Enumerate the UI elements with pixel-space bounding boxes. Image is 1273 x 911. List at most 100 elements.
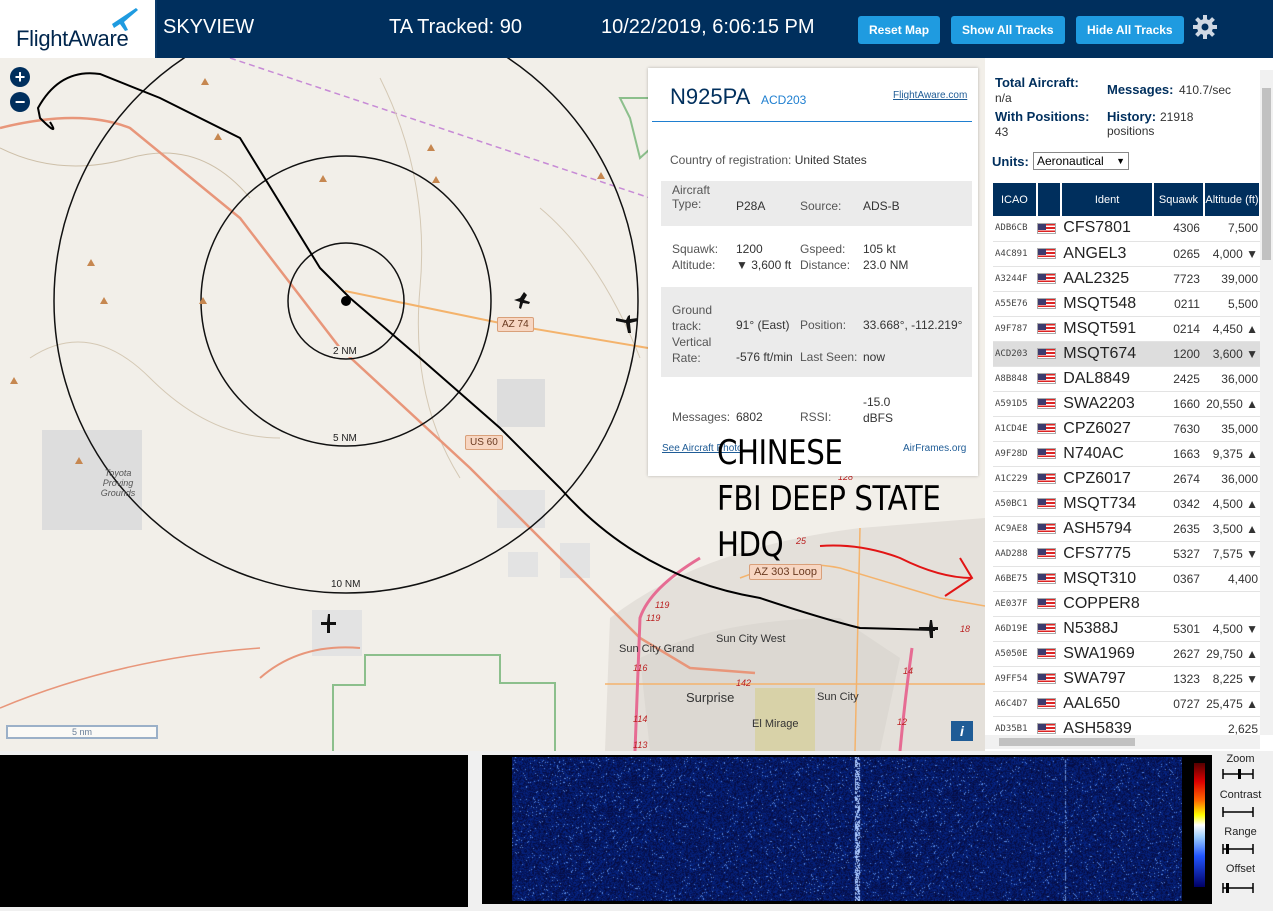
zoom-out-button[interactable]: − [10, 92, 30, 112]
gear-icon[interactable] [1192, 14, 1218, 40]
flag-cell [1036, 366, 1062, 392]
table-row[interactable]: A591D5 SWA2203 1660 20,550 ▲ [993, 391, 1260, 417]
aircraft-sidebar: Total Aircraft: n/a Messages: 410.7/sec … [985, 58, 1273, 751]
waterfall-display[interactable] [512, 757, 1182, 901]
table-row[interactable]: AE037F COPPER8 [993, 591, 1260, 617]
table-row[interactable]: A3244F AAL2325 7723 39,000 [993, 266, 1260, 292]
contrast-control-label: Contrast [1219, 789, 1262, 801]
squawk-cell: 7630 [1152, 416, 1204, 442]
col-flag[interactable] [1036, 183, 1063, 216]
ident-cell: N5388J [1061, 616, 1153, 642]
table-row[interactable]: A55E76 MSQT548 0211 5,500 [993, 291, 1260, 317]
table-row[interactable]: A9FF54 SWA797 1323 8,225 ▼ [993, 666, 1260, 692]
us-flag-icon [1036, 422, 1056, 434]
offset-slider[interactable] [1222, 883, 1254, 893]
messages-label: Messages: [672, 410, 731, 424]
us-flag-icon [1036, 697, 1056, 709]
table-row[interactable]: A1CD4E CPZ6027 7630 35,000 [993, 416, 1260, 442]
popup-registration: N925PA [670, 84, 751, 109]
route-number: 18 [960, 624, 971, 634]
icao-cell: A6D19E [993, 616, 1037, 642]
aircraft-detail-popup: N925PA ACD203 FlightAware.com Country of… [648, 68, 978, 476]
gspeed-value: 105 kt [863, 242, 896, 256]
squawk-value: 1200 [736, 242, 763, 256]
table-row[interactable]: ACD203 MSQT674 1200 3,600 ▼ [993, 341, 1260, 367]
ident-cell: MSQT591 [1061, 316, 1153, 342]
icao-cell: A9F28D [993, 441, 1037, 467]
position-label: Position: [800, 318, 847, 332]
table-row[interactable]: A4C891 ANGEL3 0265 4,000 ▼ [993, 241, 1260, 267]
altitude-cell: 7,575 ▼ [1203, 541, 1260, 567]
table-row[interactable]: A50BC1 MSQT734 0342 4,500 ▲ [993, 491, 1260, 517]
flag-cell [1036, 691, 1062, 717]
col-icao[interactable]: ICAO [993, 183, 1038, 216]
icao-cell: ADB6CB [993, 216, 1037, 242]
place-sun-city-west: Sun City West [716, 633, 786, 645]
squawk-cell: 2627 [1152, 641, 1204, 667]
zoom-in-button[interactable]: + [10, 67, 30, 87]
scale-bar: 5 nm [6, 725, 158, 739]
table-row[interactable]: A6C4D7 AAL650 0727 25,475 ▲ [993, 691, 1260, 717]
route-number: 114 [633, 714, 648, 724]
last-seen-value: now [863, 350, 886, 364]
messages-value: 6802 [736, 410, 763, 424]
table-row[interactable]: A9F28D N740AC 1663 9,375 ▲ [993, 441, 1260, 467]
col-squawk[interactable]: Squawk [1152, 183, 1205, 216]
logo-text: FlightAware [16, 26, 129, 51]
ident-cell: CPZ6027 [1061, 416, 1153, 442]
rssi-value: -15.0 dBFS [863, 395, 894, 425]
squawk-cell: 0265 [1152, 241, 1204, 267]
table-row[interactable]: A9F787 MSQT591 0214 4,450 ▲ [993, 316, 1260, 342]
table-row[interactable]: A6BE75 MSQT310 0367 4,400 [993, 566, 1260, 592]
show-all-tracks-button[interactable]: Show All Tracks [951, 16, 1065, 44]
table-row[interactable]: A1C229 CPZ6017 2674 36,000 [993, 466, 1260, 492]
icao-cell: A1C229 [993, 466, 1037, 492]
flag-cell [1036, 466, 1062, 492]
total-aircraft-value: n/a [995, 91, 1012, 105]
table-row[interactable]: A5050E SWA1969 2627 29,750 ▲ [993, 641, 1260, 667]
squawk-cell: 0214 [1152, 316, 1204, 342]
altitude-cell: 25,475 ▲ [1203, 691, 1260, 717]
us-flag-icon [1036, 497, 1056, 509]
table-horizontal-scrollbar[interactable] [985, 735, 1260, 749]
aircraft-type-label: Aircraft Type: [672, 183, 711, 211]
logo[interactable]: FlightAware [0, 0, 157, 58]
range-label-5nm: 5 NM [333, 433, 357, 444]
table-vertical-scrollbar[interactable] [1260, 70, 1273, 735]
table-row[interactable]: A6D19E N5388J 5301 4,500 ▼ [993, 616, 1260, 642]
place-surprise: Surprise [686, 690, 735, 705]
flag-cell [1036, 491, 1062, 517]
route-number: 14 [903, 666, 914, 676]
hide-all-tracks-button[interactable]: Hide All Tracks [1076, 16, 1184, 44]
table-row[interactable]: AC9AE8 ASH5794 2635 3,500 ▲ [993, 516, 1260, 542]
popup-flightaware-link[interactable]: FlightAware.com [893, 90, 967, 101]
contrast-slider[interactable] [1222, 807, 1254, 817]
rssi-label: RSSI: [800, 410, 832, 424]
range-slider[interactable] [1222, 844, 1254, 854]
vertical-rate-label: Vertical Rate: [672, 335, 712, 365]
table-row[interactable]: AAD288 CFS7775 5327 7,575 ▼ [993, 541, 1260, 567]
col-altitude[interactable]: Altitude (ft) [1203, 183, 1262, 216]
reset-map-button[interactable]: Reset Map [858, 16, 941, 44]
altitude-cell: 5,500 [1203, 291, 1260, 317]
icao-cell: A50BC1 [993, 491, 1037, 517]
altitude-cell: 9,375 ▲ [1203, 441, 1260, 467]
squawk-cell: 7723 [1152, 266, 1204, 292]
us-flag-icon [1036, 647, 1056, 659]
units-select[interactable]: Aeronautical [1033, 152, 1129, 170]
zoom-slider[interactable] [1222, 769, 1254, 779]
altitude-cell: 3,600 ▼ [1203, 341, 1260, 367]
col-ident[interactable]: Ident [1061, 183, 1154, 216]
clock: 10/22/2019, 6:06:15 PM [601, 16, 815, 38]
info-button[interactable]: i [951, 721, 973, 741]
squawk-cell: 1323 [1152, 666, 1204, 692]
altitude-cell: 7,500 [1203, 216, 1260, 242]
flag-cell [1036, 541, 1062, 567]
table-row[interactable]: ADB6CB CFS7801 4306 7,500 [993, 216, 1260, 242]
place-sun-city-grand: Sun City Grand [619, 643, 695, 655]
map-annotation: CHINESE FBI DEEP STATE HDQ [717, 430, 941, 568]
table-row[interactable]: A8B848 DAL8849 2425 36,000 [993, 366, 1260, 392]
squawk-cell: 4306 [1152, 216, 1204, 242]
altitude-cell: 20,550 ▲ [1203, 391, 1260, 417]
icao-cell: A3244F [993, 266, 1037, 292]
